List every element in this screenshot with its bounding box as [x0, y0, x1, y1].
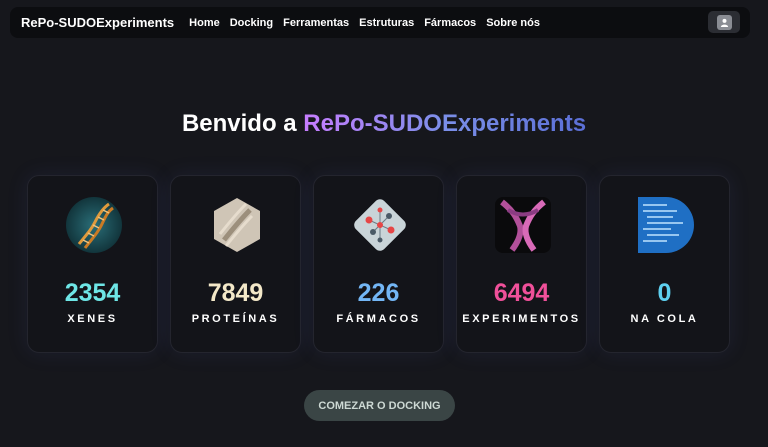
stat-value-farmacos: 226: [357, 279, 400, 307]
code-screen-image: [638, 197, 694, 253]
experiment-image: [495, 197, 551, 253]
protein-hexagon-image: [214, 198, 260, 252]
stats-cards: 2354 XENES 7849 PROTEÍNAS 226 FÁRMACOS 6…: [27, 175, 733, 353]
stat-card-farmacos: 226 FÁRMACOS: [313, 175, 444, 353]
molecule-image: [354, 199, 406, 251]
brand-logo[interactable]: RePo-SUDOExperiments: [21, 15, 174, 30]
nav-docking[interactable]: Docking: [230, 17, 273, 29]
stat-label-proteinas: PROTEÍNAS: [191, 313, 280, 325]
start-docking-button[interactable]: COMEZAR O DOCKING: [304, 390, 455, 421]
nav-home[interactable]: Home: [189, 17, 220, 29]
user-menu-button[interactable]: [708, 11, 740, 33]
hero-title-highlight: RePo-SUDOExperiments: [303, 110, 587, 137]
stat-value-proteinas: 7849: [207, 279, 264, 307]
dna-helix-image: [66, 197, 122, 253]
stat-label-farmacos: FÁRMACOS: [336, 313, 421, 325]
nav-sobre-nos[interactable]: Sobre nós: [486, 17, 540, 29]
stat-card-na-cola: 0 NA COLA: [599, 175, 730, 353]
stat-card-experimentos: 6494 EXPERIMENTOS: [456, 175, 587, 353]
stat-label-xenes: XENES: [67, 313, 118, 325]
stat-card-proteinas: 7849 PROTEÍNAS: [170, 175, 301, 353]
nav-farmacos[interactable]: Fármacos: [424, 17, 476, 29]
hero-title: Benvido a RePo-SUDOExperiments: [0, 110, 768, 138]
nav-ferramentas[interactable]: Ferramentas: [283, 17, 349, 29]
stat-value-xenes: 2354: [64, 279, 121, 307]
stat-label-na-cola: NA COLA: [630, 313, 699, 325]
nav-estruturas[interactable]: Estruturas: [359, 17, 414, 29]
top-navbar: RePo-SUDOExperiments Home Docking Ferram…: [10, 7, 750, 38]
stat-value-experimentos: 6494: [493, 279, 550, 307]
stat-card-xenes: 2354 XENES: [27, 175, 158, 353]
stat-label-experimentos: EXPERIMENTOS: [462, 313, 581, 325]
hero-title-prefix: Benvido a: [181, 110, 304, 137]
user-icon: [716, 14, 732, 30]
stat-value-na-cola: 0: [657, 279, 672, 307]
